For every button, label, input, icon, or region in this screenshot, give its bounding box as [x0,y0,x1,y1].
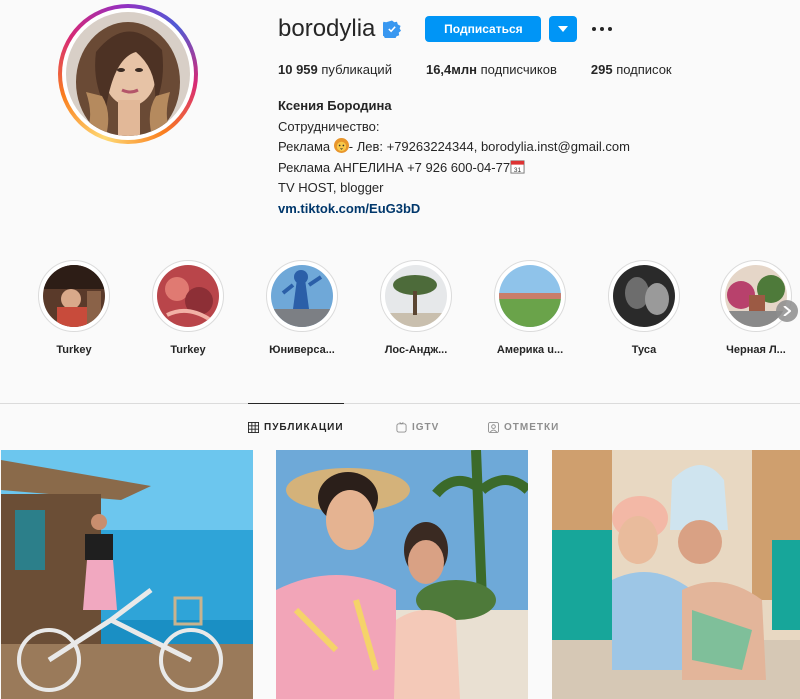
highlight-cover [613,265,675,327]
profile-full-name: Ксения Бородина [278,98,392,113]
highlight-label: Америка u... [496,344,564,356]
profile-username: borodylia [278,15,376,42]
follow-button[interactable]: Подписаться [425,16,542,42]
highlight-label: Черная Л... [726,344,786,356]
bio-line: Сотрудничество: [278,118,380,134]
profile-header-row: borodylia Подписаться [278,14,615,44]
more-options-icon [592,27,613,31]
more-options-button[interactable] [589,16,615,42]
bio-link[interactable]: vm.tiktok.com/EuG3bD [278,201,420,216]
profile-avatar [66,12,190,136]
lion-emoji-icon [333,138,349,154]
story-highlight[interactable]: Лос-Андж... [366,260,466,356]
highlight-cover [271,265,333,327]
highlight-label: Лос-Андж... [384,344,448,356]
highlight-cover [499,265,561,327]
tagged-icon [488,421,499,433]
story-highlight[interactable]: Америка u... [480,260,580,356]
post-thumbnail[interactable] [276,450,528,699]
highlight-label: Turkey [56,344,92,356]
verified-badge-icon [383,20,402,38]
calendar-emoji-icon: 31 [510,160,525,174]
profile-tabs: ПУБЛИКАЦИИ IGTV ОТМЕТКИ [0,403,800,450]
story-highlight[interactable]: Юниверса... [252,260,352,356]
profile-stats: 10 959 публикаций 16,4млн подписчиков 29… [278,62,706,77]
tab-posts[interactable]: ПУБЛИКАЦИИ [248,403,344,450]
highlight-label: Туса [631,344,657,356]
story-highlights: Turkey Turkey Юниверса... Лос-Андж... Ам… [0,260,800,360]
tab-igtv[interactable]: IGTV [396,404,439,450]
following-stat[interactable]: 295 подписок [591,62,672,77]
grid-icon [248,421,259,433]
profile-bio: Ксения Бородина Сотрудничество: Реклама … [278,96,630,220]
story-highlight[interactable]: Turkey [138,260,238,356]
highlight-cover [43,265,105,327]
profile-avatar-ring[interactable] [58,4,198,144]
highlight-label: Юниверса... [269,344,335,356]
bio-line: TV HOST, blogger [278,180,384,196]
chevron-right-icon [783,306,791,316]
svg-text:31: 31 [514,167,522,174]
highlights-next-button[interactable] [776,300,798,322]
tab-tagged[interactable]: ОТМЕТКИ [488,404,559,450]
suggested-dropdown-button[interactable] [549,16,578,42]
post-thumbnail[interactable] [552,450,800,699]
story-highlight[interactable]: Туса [594,260,694,356]
highlight-label: Turkey [170,344,206,356]
highlight-cover [385,265,447,327]
story-highlight[interactable]: Turkey [24,260,124,356]
posts-stat: 10 959 публикаций [278,62,392,77]
post-thumbnail[interactable] [1,450,253,699]
highlight-cover [157,265,219,327]
chevron-down-icon [558,26,569,32]
bio-line: Реклама - Лев: +79263224344, borodylia.i… [278,138,630,155]
bio-line: Реклама АНГЕЛИНА +7 926 600-04-77 31 [278,158,630,179]
followers-stat[interactable]: 16,4млн подписчиков [426,62,557,77]
igtv-icon [396,421,407,433]
